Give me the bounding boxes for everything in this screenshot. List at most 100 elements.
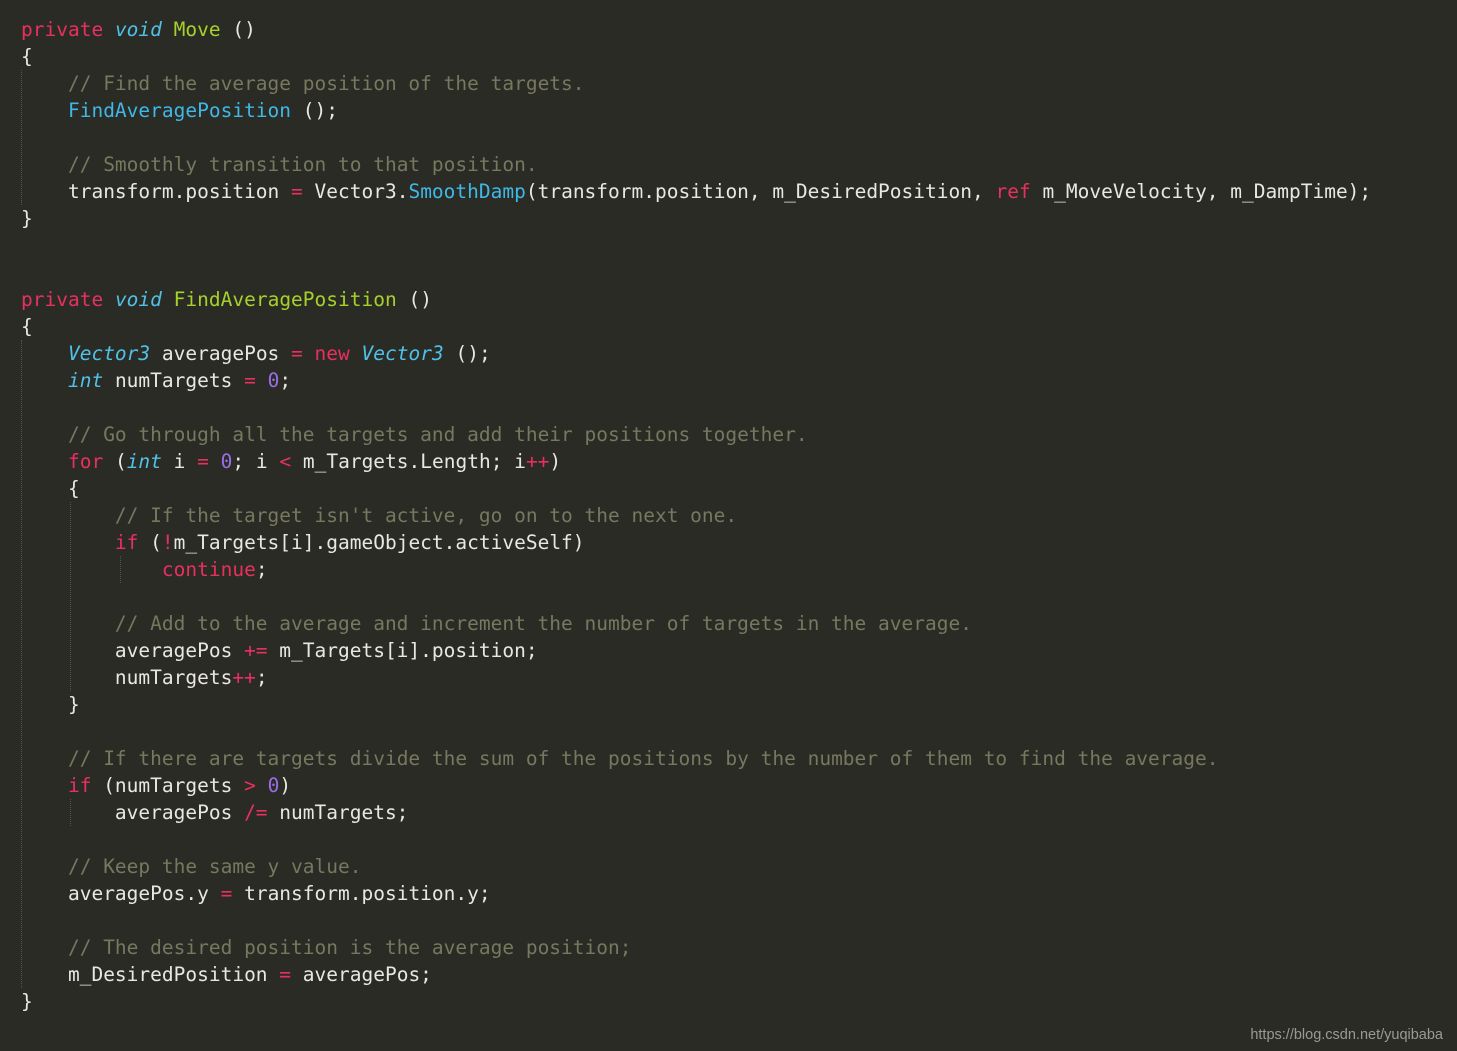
code-token-keyword: private bbox=[21, 288, 104, 311]
code-token-operator: < bbox=[279, 450, 292, 473]
code-token-keyword: continue bbox=[161, 558, 256, 581]
code-line[interactable] bbox=[0, 826, 1457, 853]
code-line[interactable] bbox=[0, 259, 1457, 286]
code-token-number: 0 bbox=[267, 774, 280, 797]
code-line[interactable]: transform.position = Vector3.SmoothDamp(… bbox=[0, 178, 1457, 205]
code-line[interactable]: // Smoothly transition to that position. bbox=[0, 151, 1457, 178]
code-token-keyword: if bbox=[67, 774, 92, 797]
code-token-plain: ; bbox=[255, 666, 268, 689]
code-token-operator: = bbox=[291, 342, 303, 365]
code-token-plain: (numTargets bbox=[91, 774, 245, 797]
code-line[interactable]: averagePos += m_Targets[i].position; bbox=[0, 637, 1457, 664]
code-token-plain: m_MoveVelocity, m_DampTime); bbox=[1030, 180, 1372, 203]
code-line[interactable] bbox=[0, 907, 1457, 934]
code-token-operator: /= bbox=[244, 801, 268, 824]
code-token-plain: ; i bbox=[232, 450, 280, 473]
code-token-comment: // Keep the same y value. bbox=[67, 855, 362, 878]
code-line[interactable]: // The desired position is the average p… bbox=[0, 934, 1457, 961]
code-line[interactable] bbox=[0, 583, 1457, 610]
code-line[interactable]: { bbox=[0, 43, 1457, 70]
code-token-plain: averagePos; bbox=[291, 963, 432, 986]
code-line[interactable]: averagePos /= numTargets; bbox=[0, 799, 1457, 826]
code-token-operator: = bbox=[291, 180, 303, 203]
code-line[interactable] bbox=[0, 718, 1457, 745]
code-token-plain: () bbox=[220, 18, 256, 41]
code-line[interactable]: // Add to the average and increment the … bbox=[0, 610, 1457, 637]
code-token-type: void bbox=[114, 288, 162, 311]
code-line[interactable] bbox=[0, 394, 1457, 421]
code-token-plain: averagePos bbox=[150, 342, 292, 365]
code-token-plain: } bbox=[67, 693, 80, 716]
code-line[interactable]: { bbox=[0, 313, 1457, 340]
code-token-method-declaration: FindAveragePosition bbox=[173, 288, 397, 311]
code-token-operator: = bbox=[220, 882, 233, 905]
code-token-comment: // Smoothly transition to that position. bbox=[67, 153, 538, 176]
code-line[interactable]: if (numTargets > 0) bbox=[0, 772, 1457, 799]
code-line[interactable]: } bbox=[0, 691, 1457, 718]
code-line[interactable]: // Keep the same y value. bbox=[0, 853, 1457, 880]
code-token-method-declaration: Move bbox=[173, 18, 221, 41]
code-token-plain: } bbox=[21, 207, 33, 230]
code-line[interactable]: } bbox=[0, 205, 1457, 232]
code-token-keyword: ref bbox=[995, 180, 1031, 203]
code-token-plain: (); bbox=[443, 342, 491, 365]
code-line[interactable]: averagePos.y = transform.position.y; bbox=[0, 880, 1457, 907]
code-line[interactable]: private void Move () bbox=[0, 16, 1457, 43]
code-editor-surface: private void Move (){ // Find the averag… bbox=[0, 0, 1457, 1051]
code-token-plain: numTargets bbox=[114, 666, 233, 689]
code-line[interactable]: // If the target isn't active, go on to … bbox=[0, 502, 1457, 529]
code-line[interactable]: continue; bbox=[0, 556, 1457, 583]
code-line[interactable]: // Go through all the targets and add th… bbox=[0, 421, 1457, 448]
code-token-plain: m_Targets[i].gameObject.activeSelf) bbox=[173, 531, 585, 554]
code-token-keyword: if bbox=[114, 531, 139, 554]
code-token-type: int bbox=[67, 369, 104, 392]
code-token-plain: numTargets bbox=[103, 369, 245, 392]
code-line[interactable]: { bbox=[0, 475, 1457, 502]
code-line[interactable] bbox=[0, 232, 1457, 259]
code-line[interactable]: FindAveragePosition (); bbox=[0, 97, 1457, 124]
code-line[interactable]: // Find the average position of the targ… bbox=[0, 70, 1457, 97]
code-line[interactable]: for (int i = 0; i < m_Targets.Length; i+… bbox=[0, 448, 1457, 475]
code-token-comment: // Go through all the targets and add th… bbox=[67, 423, 808, 446]
code-token-comment: // Add to the average and increment the … bbox=[114, 612, 972, 635]
code-line[interactable]: if (!m_Targets[i].gameObject.activeSelf) bbox=[0, 529, 1457, 556]
code-line[interactable]: Vector3 averagePos = new Vector3 (); bbox=[0, 340, 1457, 367]
code-line[interactable]: numTargets++; bbox=[0, 664, 1457, 691]
code-line[interactable]: } bbox=[0, 988, 1457, 1015]
code-token-plain: { bbox=[67, 477, 80, 500]
code-token-plain: ( bbox=[103, 450, 127, 473]
code-token-plain: ) bbox=[549, 450, 562, 473]
code-token-operator: = bbox=[279, 963, 292, 986]
code-line[interactable]: int numTargets = 0; bbox=[0, 367, 1457, 394]
code-token-plain: averagePos.y bbox=[67, 882, 221, 905]
code-token-number: 0 bbox=[220, 450, 233, 473]
code-token-operator: > bbox=[244, 774, 256, 797]
code-line[interactable] bbox=[0, 124, 1457, 151]
code-line[interactable]: // If there are targets divide the sum o… bbox=[0, 745, 1457, 772]
code-token-plain: averagePos bbox=[114, 801, 245, 824]
code-line[interactable]: private void FindAveragePosition () bbox=[0, 286, 1457, 313]
code-token-plain: ; bbox=[279, 369, 292, 392]
code-token-keyword: private bbox=[21, 18, 104, 41]
code-line[interactable]: m_DesiredPosition = averagePos; bbox=[0, 961, 1457, 988]
code-token-plain: m_DesiredPosition bbox=[67, 963, 280, 986]
code-token-plain: m_Targets.Length; i bbox=[291, 450, 526, 473]
watermark-url: https://blog.csdn.net/yuqibaba bbox=[1250, 1027, 1443, 1043]
